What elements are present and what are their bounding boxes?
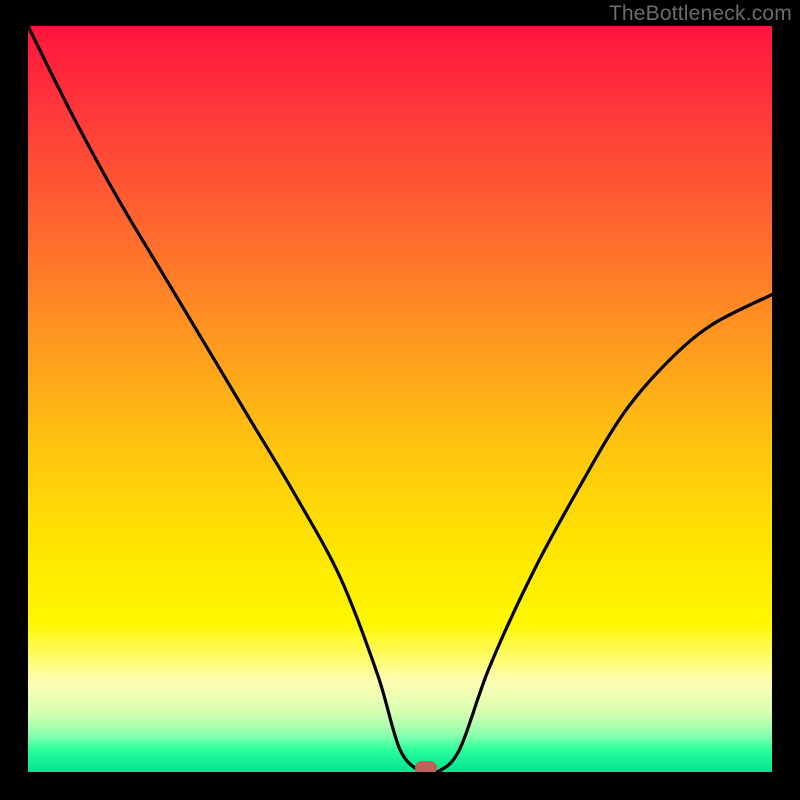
bottleneck-curve: [28, 26, 772, 772]
optimal-marker: [415, 761, 437, 772]
plot-area: [28, 26, 772, 772]
chart-frame: TheBottleneck.com: [0, 0, 800, 800]
watermark-text: TheBottleneck.com: [609, 2, 792, 26]
